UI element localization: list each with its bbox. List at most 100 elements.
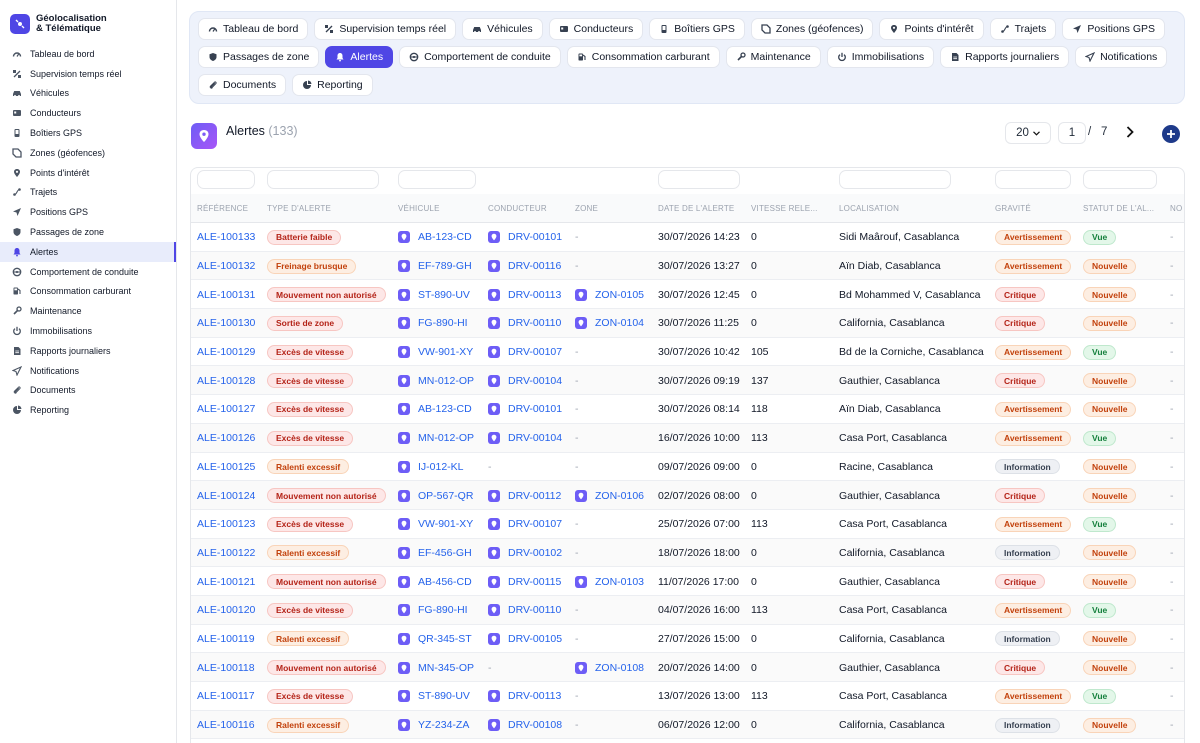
zone-cell[interactable]: - [575,510,579,539]
sidebar-item[interactable]: Zones (géofences) [0,143,176,163]
driver-cell[interactable]: DRV-00108 [488,711,562,740]
column-filter-input[interactable] [658,170,740,189]
reference-cell[interactable]: ALE-100129 [197,338,255,367]
driver-cell[interactable]: DRV-00112 [488,481,561,510]
tab[interactable]: Consommation carburant [566,46,720,68]
driver-cell[interactable]: DRV-00113 [488,682,561,711]
zone-cell[interactable]: - [575,596,579,625]
column-filter-input[interactable] [398,170,476,189]
sidebar-item[interactable]: Véhicules [0,84,176,104]
zone-cell[interactable]: ZON-0108 [575,653,644,682]
column-header[interactable]: CONDUCTEUR [488,204,547,213]
driver-value[interactable]: DRV-00112 [508,490,561,502]
tab[interactable]: Rapports journaliers [940,46,1070,68]
chevron-right-icon[interactable] [1123,123,1137,141]
reference-value[interactable]: ALE-100119 [197,633,255,645]
reference-cell[interactable]: ALE-100120 [197,596,255,625]
reference-value[interactable]: ALE-100128 [197,375,255,387]
reference-cell[interactable]: ALE-100131 [197,280,255,309]
table-row[interactable]: ALE-100120 Excès de vitesse FG-890-HI DRV-0… [191,595,1184,625]
driver-cell[interactable]: DRV-00115 [488,567,561,596]
table-row[interactable]: ALE-100118 Mouvement non autorisé MN-345-O… [191,653,1184,682]
reference-cell[interactable]: ALE-100116 [197,711,255,740]
zone-cell[interactable]: - [575,539,579,568]
column-header[interactable]: DATE DE L'ALERTE [658,204,734,213]
driver-value[interactable]: DRV-00104 [508,375,562,387]
vehicle-cell[interactable]: VW-901-XY [398,338,473,367]
column-header[interactable]: LOCALISATION [839,204,899,213]
sidebar-item[interactable]: Immobilisations [0,321,176,341]
driver-value[interactable]: DRV-00101 [508,403,562,415]
table-row[interactable]: ALE-100126 Excès de vitesse MN-012-OP DRV-0… [191,423,1184,453]
reference-cell[interactable]: ALE-100130 [197,309,255,338]
driver-cell[interactable]: DRV-00101 [488,395,562,424]
sidebar-item[interactable]: Passages de zone [0,222,176,242]
vehicle-value[interactable]: QR-345-ST [418,633,472,645]
reference-value[interactable]: ALE-100130 [197,317,255,329]
zone-cell[interactable]: - [575,711,579,740]
sidebar-item[interactable]: Boîtiers GPS [0,123,176,143]
driver-cell[interactable]: DRV-00107 [488,510,562,539]
table-row[interactable]: ALE-100130 Sortie de zone FG-890-HI DRV-001… [191,309,1184,338]
zone-cell[interactable]: ZON-0106 [575,481,644,510]
driver-value[interactable]: DRV-00105 [508,633,562,645]
reference-value[interactable]: ALE-100120 [197,604,255,616]
driver-value[interactable]: DRV-00104 [508,432,562,444]
sidebar-item[interactable]: Notifications [0,361,176,381]
vehicle-cell[interactable]: MN-012-OP [398,424,474,453]
vehicle-cell[interactable]: MN-012-OP [398,366,474,395]
reference-cell[interactable]: ALE-100125 [197,453,255,482]
zone-cell[interactable]: ZON-0104 [575,309,644,338]
column-header[interactable]: ZONE [575,204,598,213]
driver-cell[interactable]: - [488,453,492,482]
column-filter-input[interactable] [267,170,379,189]
column-header[interactable]: VITESSE RELE... [751,204,818,213]
vehicle-value[interactable]: EF-456-GH [418,547,472,559]
zone-cell[interactable]: - [575,625,579,654]
zone-cell[interactable]: - [575,366,579,395]
tab[interactable]: Documents [198,74,287,96]
tab[interactable]: Supervision temps réel [314,18,457,40]
vehicle-value[interactable]: EF-789-GH [418,260,472,272]
driver-cell[interactable]: DRV-00116 [488,252,561,281]
table-row[interactable]: ALE-100119 Ralenti excessif QR-345-ST DRV-0… [191,625,1184,654]
vehicle-value[interactable]: VW-901-XY [418,346,473,358]
vehicle-value[interactable]: AB-123-CD [418,403,472,415]
zone-value[interactable]: ZON-0104 [595,317,644,329]
reference-cell[interactable]: ALE-100119 [197,625,255,654]
sidebar-item[interactable]: Reporting [0,400,176,420]
table-row[interactable]: ALE-100122 Ralenti excessif EF-456-GH DRV-0… [191,538,1184,568]
tab[interactable]: Immobilisations [826,46,935,68]
zone-cell[interactable]: - [575,395,579,424]
reference-value[interactable]: ALE-100117 [197,690,255,702]
page-size-select[interactable]: 20 [1005,122,1051,144]
vehicle-value[interactable]: MN-345-OP [418,662,474,674]
sidebar-item[interactable]: Trajets [0,183,176,203]
table-row[interactable]: ALE-100131 Mouvement non autorisé ST-890-U… [191,280,1184,310]
column-header[interactable]: TYPE D'ALERTE [267,204,331,213]
table-row[interactable]: ALE-100127 Excès de vitesse AB-123-CD DRV-0… [191,395,1184,424]
column-header[interactable]: GRAVITÉ [995,204,1031,213]
reference-value[interactable]: ALE-100126 [197,432,255,444]
driver-cell[interactable]: DRV-00110 [488,309,561,338]
tab[interactable]: Boîtiers GPS [649,18,745,40]
sidebar-item[interactable]: Positions GPS [0,202,176,222]
table-row[interactable]: ALE-100129 Excès de vitesse VW-901-XY DRV-0… [191,338,1184,367]
sidebar-item[interactable]: Supervision temps réel [0,64,176,84]
zone-cell[interactable]: - [575,338,579,367]
reference-cell[interactable]: ALE-100123 [197,510,255,539]
column-header[interactable]: NO [1170,204,1182,213]
tab[interactable]: Véhicules [462,18,543,40]
vehicle-value[interactable]: MN-012-OP [418,375,474,387]
reference-value[interactable]: ALE-100131 [197,289,255,301]
zone-cell[interactable]: - [575,682,579,711]
vehicle-value[interactable]: AB-123-CD [418,231,472,243]
driver-cell[interactable]: - [488,653,492,682]
reference-cell[interactable]: ALE-100122 [197,539,255,568]
reference-cell[interactable]: ALE-100124 [197,481,255,510]
sidebar-item[interactable]: Maintenance [0,301,176,321]
zone-cell[interactable]: - [575,223,579,252]
sidebar-item[interactable]: Points d'intérêt [0,163,176,183]
vehicle-value[interactable]: ST-890-UV [418,289,470,301]
tab[interactable]: Points d'intérêt [879,18,984,40]
